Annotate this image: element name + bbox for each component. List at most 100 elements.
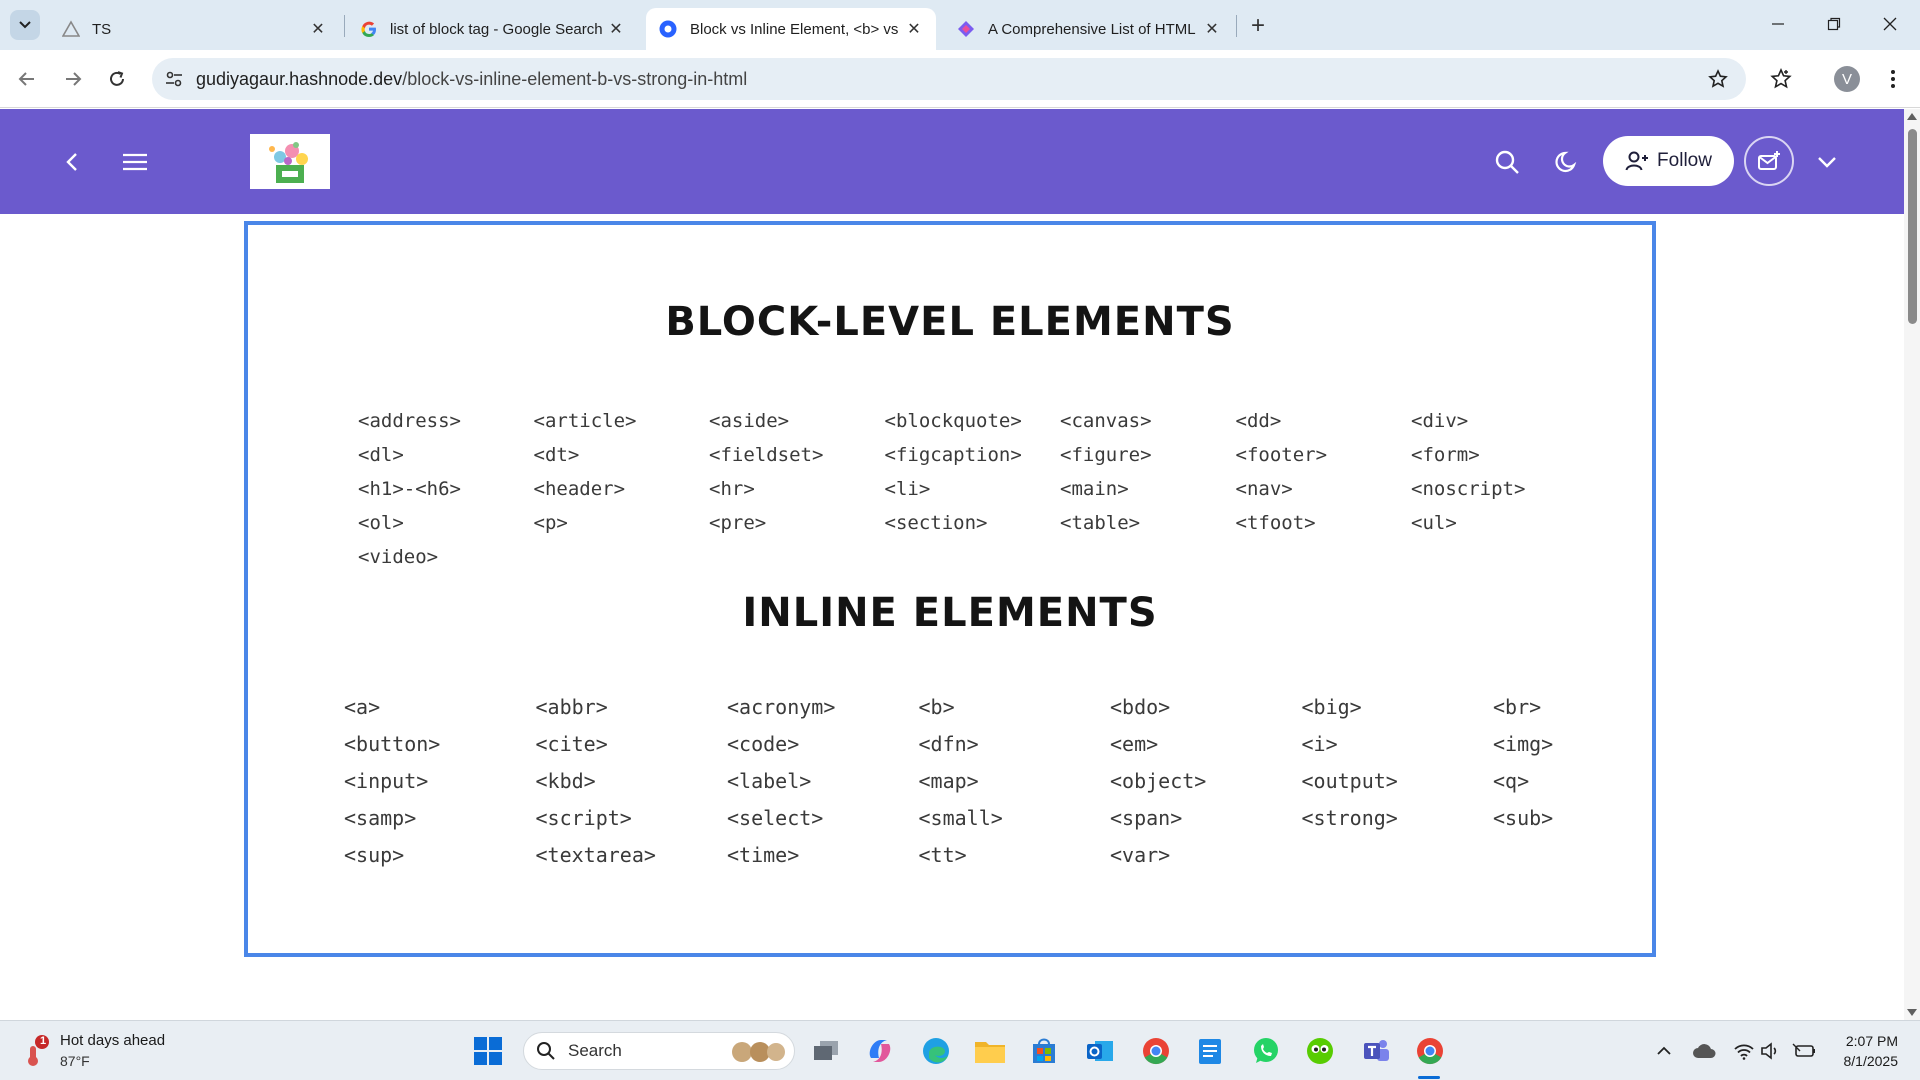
theme-toggle-button[interactable]	[1550, 145, 1584, 179]
clock-date: 8/1/2025	[1843, 1053, 1899, 1069]
close-icon[interactable]: ✕	[308, 19, 328, 39]
notepad-app[interactable]	[1192, 1033, 1228, 1069]
newsletter-subscribe-button[interactable]	[1744, 136, 1794, 186]
back-button[interactable]	[10, 62, 44, 96]
block-tag: <table>	[1060, 512, 1141, 534]
minimize-button[interactable]	[1750, 0, 1806, 48]
block-tag: <article>	[533, 410, 637, 432]
inline-tag: <small>	[918, 806, 1003, 830]
header-back-button[interactable]	[56, 145, 90, 179]
forward-button[interactable]	[56, 62, 90, 96]
chrome-profile-app[interactable]	[1412, 1033, 1448, 1069]
warning-triangle-icon	[62, 20, 80, 37]
onedrive-tray[interactable]	[1692, 1039, 1716, 1063]
taskbar-search[interactable]: Search	[523, 1032, 795, 1070]
inline-heading: INLINE ELEMENTS	[742, 590, 1158, 636]
url-text: gudiyagaur.hashnode.dev/block-vs-inline-…	[196, 69, 747, 90]
window-close-button[interactable]	[1862, 0, 1918, 48]
blog-header: Follow	[0, 109, 1904, 214]
page-scrollbar[interactable]	[1904, 109, 1920, 1020]
windows-logo-icon	[474, 1037, 502, 1065]
inline-tag: <i>	[1301, 732, 1338, 756]
block-tag: <li>	[884, 478, 931, 500]
tab-search-button[interactable]	[10, 10, 40, 40]
chrome-icon	[1417, 1038, 1443, 1065]
close-icon[interactable]: ✕	[1202, 19, 1222, 39]
tab-html-list[interactable]: A Comprehensive List of HTML ✕	[944, 8, 1234, 50]
inline-tag: <b>	[918, 695, 955, 719]
inline-tag: <cite>	[535, 732, 608, 756]
block-tag: <figcaption>	[884, 444, 1022, 466]
tab-title: TS	[92, 20, 112, 38]
start-button[interactable]	[470, 1033, 506, 1069]
scroll-down-arrow-icon[interactable]	[1907, 1009, 1917, 1016]
block-tag: <h1>-<h6>	[358, 478, 461, 500]
header-menu-button[interactable]	[118, 145, 152, 179]
tab-block-vs-inline[interactable]: Block vs Inline Element, <b> vs ✕	[646, 8, 936, 50]
block-tag: <video>	[358, 546, 439, 568]
article-image: BLOCK-LEVEL ELEMENTS <address> <article> <…	[244, 221, 1656, 957]
block-tag: <p>	[533, 512, 568, 534]
new-tab-button[interactable]: +	[1244, 12, 1272, 40]
block-tag: <main>	[1060, 478, 1129, 500]
tab-google-search[interactable]: list of block tag - Google Search ✕	[348, 8, 638, 50]
block-tag: <canvas>	[1060, 410, 1152, 432]
url-host: gudiyagaur.hashnode.dev	[196, 69, 403, 89]
inline-tag: <strong>	[1301, 806, 1398, 830]
reload-button[interactable]	[100, 62, 134, 96]
inline-tag: <sub>	[1493, 806, 1554, 830]
weather-widget[interactable]: 1 Hot days ahead 87°F	[24, 1031, 165, 1071]
close-icon[interactable]: ✕	[904, 19, 924, 39]
hashnode-icon	[659, 20, 677, 38]
header-more-button[interactable]	[1810, 145, 1844, 179]
minimize-icon	[1772, 23, 1784, 25]
wifi-icon	[1734, 1044, 1754, 1060]
weather-temperature: 87°F	[60, 1053, 90, 1069]
chrome-app[interactable]	[1138, 1033, 1174, 1069]
whatsapp-app[interactable]	[1248, 1033, 1284, 1069]
bookmark-star-icon[interactable]	[1706, 67, 1730, 91]
scroll-thumb[interactable]	[1908, 129, 1917, 324]
inline-tag: <kbd>	[535, 769, 596, 793]
scroll-up-arrow-icon[interactable]	[1907, 113, 1917, 120]
block-tag: <address>	[358, 410, 461, 432]
show-hidden-icons-button[interactable]	[1652, 1039, 1676, 1063]
inline-tag: <dfn>	[918, 732, 979, 756]
inline-tag: <label>	[727, 769, 812, 793]
block-tags-grid: <address> <article> <aside> <blockquote> <ca…	[358, 410, 1587, 580]
search-icon	[1495, 150, 1519, 174]
header-search-button[interactable]	[1490, 145, 1524, 179]
search-highlight-icon	[732, 1042, 785, 1062]
copilot-icon	[869, 1040, 891, 1062]
tab-ts[interactable]: TS ✕	[50, 8, 340, 50]
profile-button[interactable]: V	[1830, 62, 1864, 96]
browser-menu-button[interactable]	[1876, 62, 1910, 96]
microsoft-store-app[interactable]	[1026, 1033, 1062, 1069]
wifi-tray[interactable]	[1732, 1039, 1756, 1063]
duolingo-app[interactable]	[1302, 1033, 1338, 1069]
favorites-button[interactable]	[1764, 62, 1798, 96]
cloud-icon	[1693, 1044, 1716, 1058]
inline-tag: <script>	[535, 806, 632, 830]
close-icon[interactable]: ✕	[606, 19, 626, 39]
copilot-app[interactable]	[862, 1033, 898, 1069]
chrome-icon	[1143, 1038, 1169, 1065]
follow-button[interactable]: Follow	[1603, 136, 1734, 186]
volume-tray[interactable]	[1758, 1039, 1782, 1063]
weather-text: Hot days ahead 87°F	[60, 1031, 165, 1071]
address-bar[interactable]: gudiyagaur.hashnode.dev/block-vs-inline-…	[152, 58, 1746, 100]
battery-tray[interactable]	[1792, 1039, 1816, 1063]
outlook-app[interactable]	[1082, 1033, 1118, 1069]
teams-app[interactable]	[1358, 1033, 1394, 1069]
file-explorer-app[interactable]	[972, 1033, 1008, 1069]
blog-logo[interactable]	[250, 134, 330, 189]
edge-app[interactable]	[918, 1033, 954, 1069]
site-info-icon[interactable]	[162, 67, 186, 91]
task-view-button[interactable]	[808, 1033, 844, 1069]
mail-plus-icon	[1758, 151, 1780, 170]
inline-tag: <object>	[1110, 769, 1207, 793]
inline-tag: <bdo>	[1110, 695, 1171, 719]
system-clock[interactable]: 2:07 PM 8/1/2025	[1826, 1031, 1899, 1071]
block-tag: <hr>	[709, 478, 755, 500]
restore-button[interactable]	[1806, 0, 1862, 48]
